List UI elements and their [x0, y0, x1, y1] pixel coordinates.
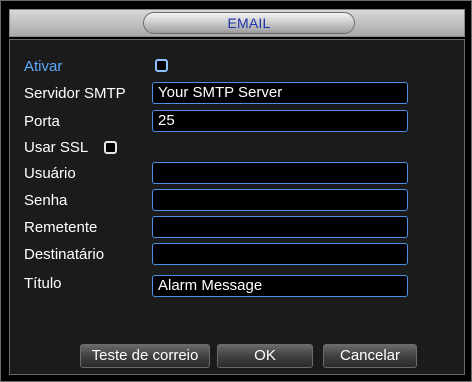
- title-bar: EMAIL: [9, 9, 465, 37]
- enable-label: Ativar: [24, 58, 63, 75]
- recipient-label: Destinatário: [24, 246, 105, 263]
- port-label: Porta: [24, 113, 60, 130]
- recipient-field[interactable]: [152, 243, 408, 265]
- username-label: Usuário: [24, 165, 76, 182]
- window-title: EMAIL: [227, 15, 271, 31]
- username-field[interactable]: [152, 162, 408, 184]
- email-settings-window: EMAIL Ativar Servidor SMTP Your SMTP Ser…: [0, 0, 472, 382]
- smtp-server-label: Servidor SMTP: [24, 85, 126, 102]
- subject-label: Título: [24, 275, 62, 292]
- enable-checkbox[interactable]: [155, 59, 168, 72]
- ok-button[interactable]: OK: [217, 344, 313, 368]
- ssl-checkbox[interactable]: [104, 141, 117, 154]
- title-pill: EMAIL: [143, 12, 355, 34]
- sender-field[interactable]: [152, 216, 408, 238]
- smtp-server-field[interactable]: Your SMTP Server: [152, 82, 408, 104]
- cancel-button[interactable]: Cancelar: [323, 344, 417, 368]
- sender-label: Remetente: [24, 219, 98, 236]
- subject-field[interactable]: Alarm Message: [152, 275, 408, 297]
- password-field[interactable]: [152, 189, 408, 211]
- ssl-label: Usar SSL: [24, 139, 89, 156]
- port-field[interactable]: 25: [152, 110, 408, 132]
- password-label: Senha: [24, 192, 68, 209]
- test-email-button[interactable]: Teste de correio: [80, 344, 210, 368]
